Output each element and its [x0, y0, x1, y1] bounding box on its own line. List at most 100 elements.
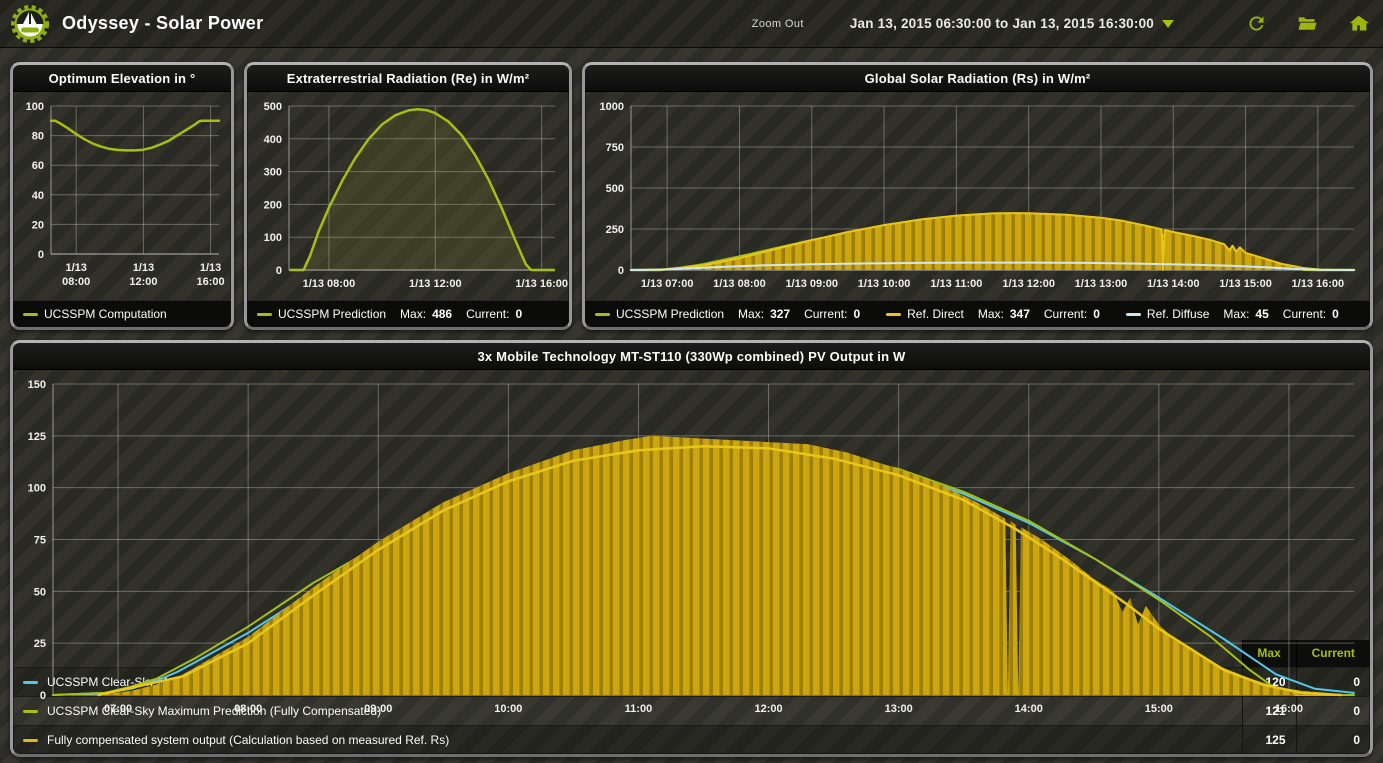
chevron-down-icon — [1162, 20, 1174, 28]
legend-swatch — [23, 313, 38, 316]
legend-current-value: 0 — [1332, 307, 1339, 321]
panel-global-solar-radiation: Global Solar Radiation (Rs) in W/m² 0 250… — [582, 62, 1373, 330]
legend-current-label: Current: — [804, 307, 847, 321]
x-tick-label: 09:00 — [364, 703, 392, 715]
legend-series-name: UCSSPM Prediction — [278, 307, 386, 321]
x-tick-label: 1/13 09:00 — [785, 278, 838, 290]
dashboard-content: Optimum Elevation in ° 0204060801001/130… — [0, 48, 1383, 757]
optimum-elevation-plot[interactable]: 0204060801001/1308:001/1312:001/1316:00 — [13, 92, 231, 300]
x-tick-label: 1/1308:00 — [62, 262, 90, 288]
pv-series-row-fully-compensated-system-output-calculat[interactable]: Fully compensated system output (Calcula… — [13, 725, 1370, 754]
open-dashboard-button[interactable] — [1297, 13, 1318, 34]
y-tick-label: 400 — [264, 134, 282, 146]
legend-max-value: 347 — [1010, 307, 1030, 321]
legend-series-name: Ref. Direct — [907, 307, 964, 321]
x-tick-label: 15:00 — [1145, 703, 1173, 715]
y-tick-label: 250 — [606, 224, 624, 236]
panel-title: 3x Mobile Technology MT-ST110 (330Wp com… — [13, 343, 1370, 370]
y-tick-label: 0 — [618, 265, 624, 277]
legend-series-name: UCSSPM Computation — [44, 307, 167, 321]
legend-current-label: Current: — [1044, 307, 1087, 321]
y-tick-label: 150 — [28, 379, 46, 391]
x-tick-label: 11:00 — [625, 703, 653, 715]
series-current-value: 0 — [1296, 725, 1370, 754]
x-tick-label: 14:00 — [1015, 703, 1043, 715]
legend-max-value: 327 — [770, 307, 790, 321]
panel-title: Optimum Elevation in ° — [13, 65, 231, 92]
series-label: Fully compensated system output (Calcula… — [47, 733, 449, 747]
y-tick-label: 0 — [276, 265, 282, 277]
panel-title: Global Solar Radiation (Rs) in W/m² — [585, 65, 1370, 92]
x-tick-label: 1/13 12:00 — [409, 278, 462, 290]
x-tick-label: 1/13 13:00 — [1075, 278, 1128, 290]
legend-current-label: Current: — [466, 307, 509, 321]
legend-current-value: 0 — [853, 307, 860, 321]
legend-max-label: Max: — [978, 307, 1004, 321]
x-tick-label: 1/13 10:00 — [858, 278, 911, 290]
chart-extraterrestrial-radiation: 01002003004005001/13 08:001/13 12:001/13… — [247, 92, 569, 300]
zoom-out-button[interactable]: Zoom Out — [752, 18, 804, 30]
y-tick-label: 200 — [264, 199, 282, 211]
x-tick-label: 12:00 — [754, 703, 782, 715]
legend-swatch — [595, 313, 610, 316]
y-tick-label: 500 — [264, 101, 282, 113]
y-tick-label: 1000 — [600, 101, 624, 113]
panel-title: Extraterrestrial Radiation (Re) in W/m² — [247, 65, 569, 92]
x-tick-label: 1/13 14:00 — [1147, 278, 1200, 290]
odyssey-logo-icon — [10, 4, 50, 44]
panel-optimum-elevation: Optimum Elevation in ° 0204060801001/130… — [10, 62, 234, 330]
ref-direct-series — [646, 213, 1355, 270]
panel-pv-output: 3x Mobile Technology MT-ST110 (330Wp com… — [10, 340, 1373, 757]
legend-max-label: Max: — [738, 307, 764, 321]
y-tick-label: 100 — [28, 483, 46, 495]
x-tick-label: 13:00 — [885, 703, 913, 715]
legend-swatch — [23, 739, 38, 742]
x-tick-label: 1/13 07:00 — [641, 278, 694, 290]
extraterrestrial-radiation-plot[interactable]: 01002003004005001/13 08:001/13 12:001/13… — [247, 92, 569, 300]
legend-current-value: 0 — [1093, 307, 1100, 321]
x-tick-label: 1/13 15:00 — [1219, 278, 1272, 290]
legend-max-label: Max: — [1223, 307, 1249, 321]
legend-item-ref-direct[interactable]: Ref. Direct Max: 347 Current: 0 — [886, 307, 1100, 321]
legend-max-value: 486 — [432, 307, 452, 321]
x-tick-label: 1/13 11:00 — [930, 278, 982, 290]
fully-compensated-system-output-series — [99, 436, 1348, 695]
y-tick-label: 60 — [32, 160, 44, 172]
x-tick-label: 07:00 — [104, 703, 132, 715]
legend-optimum-elevation: UCSSPM Computation — [13, 300, 231, 327]
legend-extraterrestrial-radiation: UCSSPM PredictionMax:486Current:0 — [247, 300, 569, 327]
y-tick-label: 0 — [40, 690, 46, 702]
legend-item-ucsspm-prediction[interactable]: UCSSPM PredictionMax:486Current:0 — [257, 307, 522, 321]
refresh-icon — [1246, 13, 1267, 34]
legend-current-value: 0 — [515, 307, 522, 321]
y-tick-label: 100 — [264, 232, 282, 244]
date-range-picker[interactable]: Jan 13, 2015 06:30:00 to Jan 13, 2015 16… — [850, 16, 1174, 31]
y-tick-label: 300 — [264, 167, 282, 179]
legend-item-ucsspm-prediction[interactable]: UCSSPM Prediction Max: 327 Current: 0 — [595, 307, 860, 321]
date-range-label: Jan 13, 2015 06:30:00 to Jan 13, 2015 16… — [850, 16, 1154, 31]
y-tick-label: 100 — [26, 101, 44, 113]
y-tick-label: 25 — [34, 638, 46, 650]
app-header: Odyssey - Solar Power Zoom Out Jan 13, 2… — [0, 0, 1383, 48]
x-tick-label: 1/1316:00 — [197, 262, 225, 288]
refresh-button[interactable] — [1246, 13, 1267, 34]
y-tick-label: 50 — [34, 586, 46, 598]
x-tick-label: 1/13 16:00 — [515, 278, 568, 290]
x-tick-label: 10:00 — [494, 703, 522, 715]
y-tick-label: 125 — [28, 431, 46, 443]
legend-item-ucsspm-computation[interactable]: UCSSPM Computation — [23, 307, 167, 321]
x-tick-label: 1/13 08:00 — [713, 278, 766, 290]
chart-global-solar-radiation: 025050075010001/13 07:001/13 08:001/13 0… — [585, 92, 1370, 300]
y-tick-label: 80 — [32, 131, 44, 143]
legend-global-solar-radiation: UCSSPM PredictionMax:327Current:0Ref. Di… — [585, 300, 1370, 327]
home-button[interactable] — [1348, 13, 1369, 34]
chart-pv-output: 025507510012515007:0008:0009:0010:0011:0… — [13, 370, 1370, 640]
panel-extraterrestrial-radiation: Extraterrestrial Radiation (Re) in W/m² … — [244, 62, 572, 330]
pv-output-plot[interactable]: 025507510012515007:0008:0009:0010:0011:0… — [13, 370, 1370, 727]
x-tick-label: 1/13 12:00 — [1002, 278, 1055, 290]
legend-series-name: Ref. Diffuse — [1147, 307, 1209, 321]
y-tick-label: 20 — [32, 219, 44, 231]
legend-series-name: UCSSPM Prediction — [616, 307, 724, 321]
legend-item-ref-diffuse[interactable]: Ref. DiffuseMax:45Current:0 — [1126, 307, 1339, 321]
global-solar-radiation-plot[interactable]: 025050075010001/13 07:001/13 08:001/13 0… — [585, 92, 1370, 300]
